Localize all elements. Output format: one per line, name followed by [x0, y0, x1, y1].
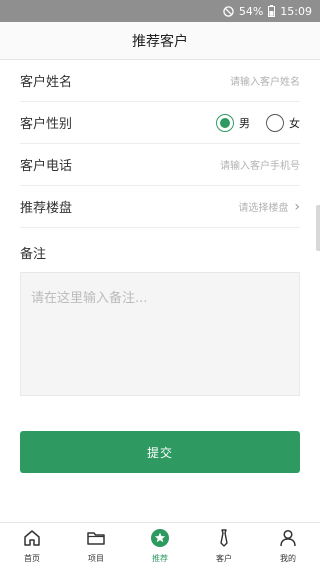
gender-option-male[interactable]: 男 [216, 113, 250, 132]
clock: 15:09 [280, 4, 312, 18]
submit-button[interactable]: 提交 [20, 431, 300, 473]
home-icon [22, 528, 42, 550]
customer-gender-row: 客户性别 男 女 [20, 102, 300, 144]
remark-placeholder: 请在这里输入备注... [31, 291, 148, 306]
customer-name-label: 客户姓名 [20, 75, 73, 90]
radio-unchecked-icon[interactable] [266, 113, 284, 132]
person-icon [278, 528, 298, 550]
gender-option-female[interactable]: 女 [266, 113, 300, 132]
gender-radio-group: 男 女 [216, 113, 300, 132]
radio-checked-icon[interactable] [216, 113, 234, 132]
status-bar: 54% 15:09 [0, 0, 320, 22]
bottom-tab-bar: 首页 项目 推荐 客户 我的 [0, 522, 320, 568]
nav-header: 推荐客户 [0, 22, 320, 60]
project-select-label: 推荐楼盘 [20, 201, 73, 216]
edge-scroll-handle [316, 205, 320, 251]
customer-phone-label: 客户电话 [20, 159, 73, 174]
customer-phone-row[interactable]: 客户电话 请输入客户手机号 [20, 144, 300, 186]
gender-female-label: 女 [289, 116, 300, 130]
battery-icon [268, 5, 276, 17]
tab-customers[interactable]: 客户 [197, 528, 251, 564]
remark-label: 备注 [20, 247, 47, 262]
tab-recommend[interactable]: 推荐 [133, 528, 187, 564]
gender-male-label: 男 [239, 116, 250, 130]
remark-textarea[interactable]: 请在这里输入备注... [20, 272, 300, 396]
tab-recommend-label: 推荐 [152, 553, 168, 563]
customer-name-row[interactable]: 客户姓名 请输入客户姓名 [20, 60, 300, 102]
chevron-right-icon: › [294, 198, 300, 215]
folder-icon [86, 528, 106, 550]
customer-gender-label: 客户性别 [20, 117, 73, 132]
tab-home[interactable]: 首页 [5, 528, 59, 564]
star-icon [150, 528, 170, 550]
tab-mine-label: 我的 [280, 553, 296, 563]
do-not-disturb-icon [223, 5, 234, 17]
tab-home-label: 首页 [24, 553, 40, 563]
tab-projects[interactable]: 项目 [69, 528, 123, 564]
tie-icon [214, 528, 234, 550]
project-select-row[interactable]: 推荐楼盘 请选择楼盘 › [20, 186, 300, 228]
tab-mine[interactable]: 我的 [261, 528, 315, 564]
battery-percent: 54% [238, 4, 264, 18]
customer-name-input[interactable]: 请输入客户姓名 [230, 73, 300, 88]
customer-phone-input[interactable]: 请输入客户手机号 [220, 157, 300, 172]
page-title: 推荐客户 [132, 33, 188, 50]
project-select-placeholder: 请选择楼盘 [238, 203, 289, 214]
project-select[interactable]: 请选择楼盘 › [238, 198, 300, 215]
tab-customers-label: 客户 [216, 553, 232, 563]
tab-projects-label: 项目 [88, 553, 104, 563]
